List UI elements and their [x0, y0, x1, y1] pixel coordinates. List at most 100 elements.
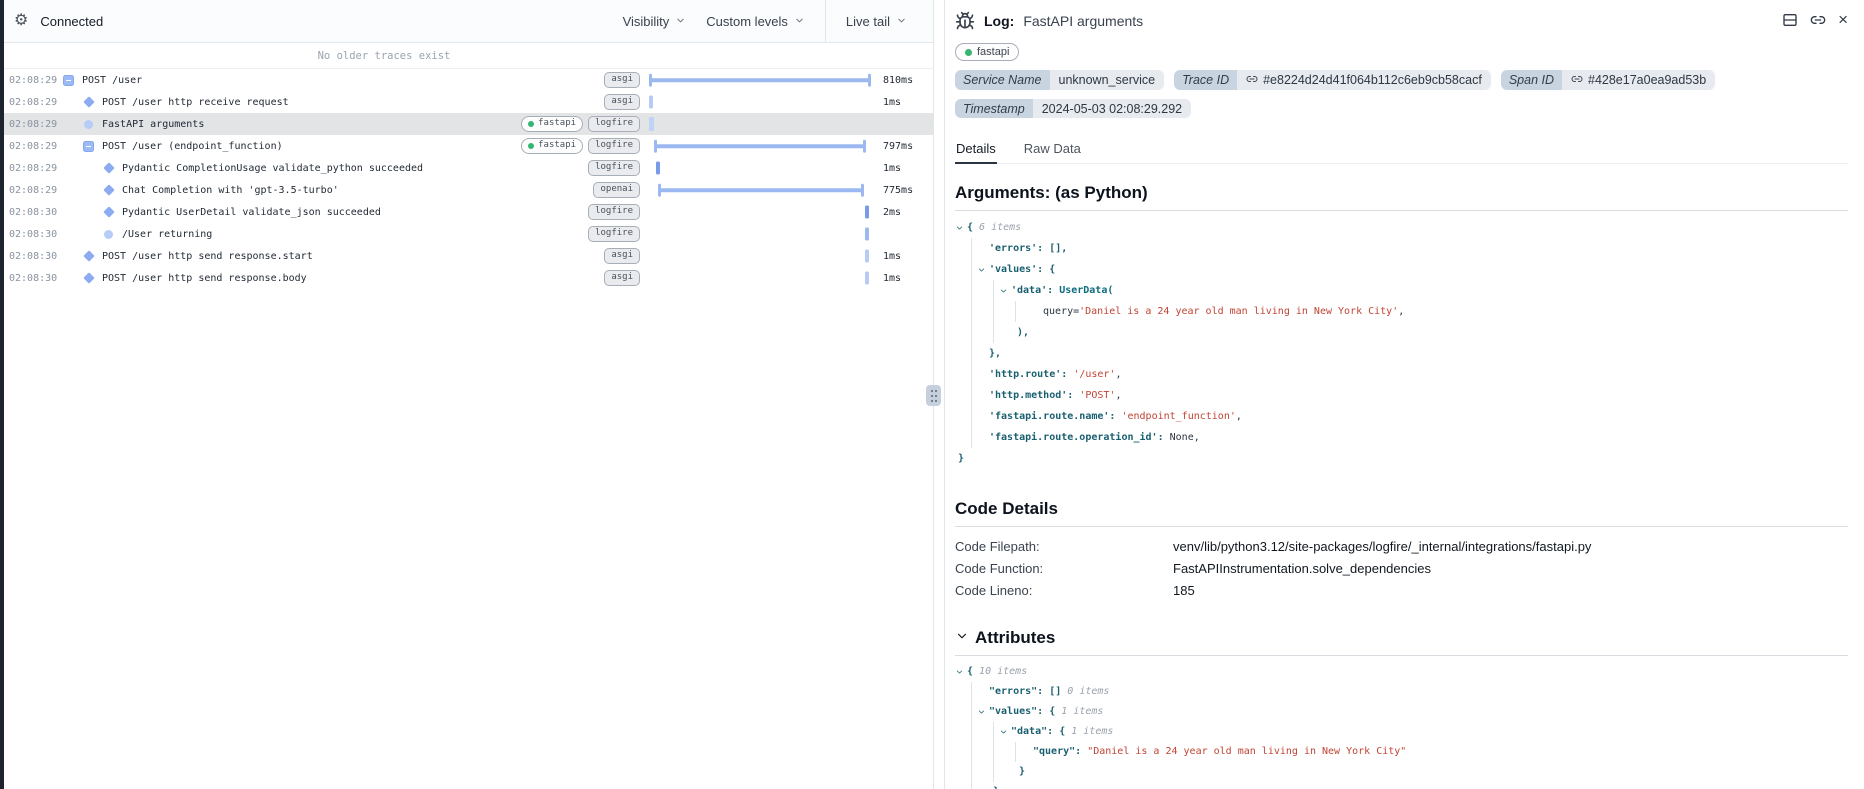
token-key: 'fastapi.route.operation_id': [989, 432, 1164, 443]
code-line: }, [955, 343, 1848, 364]
tag-dot-icon [965, 49, 972, 56]
duration-bar-track [648, 91, 875, 113]
code-line: query='Daniel is a 24 year old man livin… [955, 301, 1848, 322]
panel-resize-handle[interactable] [933, 0, 945, 789]
trace-row[interactable]: 02:08:29POST /userasgi810ms [4, 69, 933, 91]
copy-link-icon[interactable] [1810, 12, 1826, 28]
tab-raw-data[interactable]: Raw Data [1023, 141, 1082, 164]
bug-icon [955, 11, 975, 31]
trace-row[interactable]: 02:08:29FastAPI argumentsfastapilogfire [4, 113, 933, 135]
span-label: Chat Completion with 'gpt-3.5-turbo' [122, 185, 593, 196]
token-plain: query= [1043, 306, 1079, 317]
trace-row[interactable]: 02:08:30/User returninglogfire [4, 223, 933, 245]
live-tail-dropdown[interactable]: Live tail [846, 14, 907, 29]
collapse-span-icon[interactable] [81, 141, 96, 152]
indent-guide [971, 322, 972, 343]
diamond-span-icon [81, 98, 96, 106]
duration-bar-track [648, 69, 875, 91]
duration-bar [649, 96, 653, 109]
settings-gear-icon[interactable]: ⚙ [14, 13, 28, 29]
diamond-span-icon [81, 274, 96, 282]
trace-row[interactable]: 02:08:29POST /user (endpoint_function)fa… [4, 135, 933, 157]
code-line: { 10 items [955, 662, 1848, 682]
code-line: } [955, 762, 1848, 782]
token-plain: None, [1164, 432, 1200, 443]
token-brace: { [1049, 264, 1055, 275]
collapse-span-icon[interactable] [61, 75, 76, 86]
code-line: } [955, 782, 1848, 789]
panel-layout-icon[interactable] [1782, 12, 1798, 28]
resize-grip-icon[interactable] [926, 385, 941, 406]
badges: logfire [588, 226, 648, 242]
visibility-dropdown[interactable]: Visibility [623, 14, 687, 29]
trace-row[interactable]: 02:08:30POST /user http send response.bo… [4, 267, 933, 289]
fastapi-tag-pill[interactable]: fastapi [955, 43, 1019, 61]
token-items: 1 items [1065, 726, 1113, 737]
detail-actions: × [1782, 11, 1848, 28]
code-details-list: Code Filepath:venv/lib/python3.12/site-p… [955, 536, 1848, 602]
trace-timestamp: 02:08:30 [9, 273, 61, 284]
indent-guide [1015, 301, 1016, 322]
token-plain: , [1398, 306, 1404, 317]
collapse-chevron-icon[interactable] [977, 708, 986, 717]
indent-guide [971, 682, 972, 702]
collapse-chevron-icon[interactable] [955, 668, 964, 677]
indent [61, 102, 81, 103]
badges: asgi [604, 94, 648, 110]
duration-bar [654, 144, 866, 148]
fastapi-badge: fastapi [521, 116, 583, 132]
traces-toolbar: ⚙ Connected Visibility Custom levels Liv… [4, 0, 933, 43]
attributes-section-title: Attributes [955, 628, 1848, 648]
asgi-badge: asgi [604, 248, 640, 264]
token-brace: [] [1049, 686, 1061, 697]
indent-guide [971, 702, 972, 722]
kv-label: Code Lineno: [955, 580, 1173, 602]
collapse-chevron-icon[interactable] [999, 286, 1008, 295]
code-line: 'values': { [955, 259, 1848, 280]
chevron-down-icon[interactable] [955, 628, 969, 648]
token-str: 'POST' [1079, 390, 1115, 401]
token-key: 'http.route': [989, 369, 1067, 380]
duration-bar [649, 78, 871, 82]
trace-row[interactable]: 02:08:29Chat Completion with 'gpt-3.5-tu… [4, 179, 933, 201]
tab-details[interactable]: Details [955, 141, 997, 164]
duration-bar-track [648, 267, 875, 289]
indent [61, 278, 81, 279]
kv-value: venv/lib/python3.12/site-packages/logfir… [1173, 536, 1591, 558]
indent [61, 124, 81, 125]
trace-timestamp: 02:08:30 [9, 229, 61, 240]
code-detail-row: Code Function:FastAPIInstrumentation.sol… [955, 558, 1848, 580]
chip-value[interactable]: #e8224d24d41f064b112c6eb9cb58cacf [1237, 70, 1491, 90]
span-label: Pydantic UserDetail validate_json succee… [122, 207, 588, 218]
kv-label: Code Function: [955, 558, 1173, 580]
token-brace: { [967, 222, 979, 233]
trace-row[interactable]: 02:08:30Pydantic UserDetail validate_jso… [4, 201, 933, 223]
close-icon[interactable]: × [1838, 11, 1848, 28]
trace-row[interactable]: 02:08:29Pydantic CompletionUsage validat… [4, 157, 933, 179]
duration-label: 1ms [875, 273, 933, 284]
custom-levels-dropdown[interactable]: Custom levels [706, 14, 805, 29]
duration-label: 775ms [875, 185, 933, 196]
indent [61, 212, 101, 213]
span-label: POST /user http send response.start [102, 251, 604, 262]
collapse-chevron-icon[interactable] [955, 223, 964, 232]
trace-row[interactable]: 02:08:30POST /user http send response.st… [4, 245, 933, 267]
trace-row[interactable]: 02:08:29POST /user http receive requesta… [4, 91, 933, 113]
duration-bar-track [648, 113, 875, 135]
log-kind-label: Log: [984, 13, 1014, 29]
duration-label: 1ms [875, 97, 933, 108]
collapse-chevron-icon[interactable] [977, 265, 986, 274]
duration-label: 797ms [875, 141, 933, 152]
duration-bar-track [648, 157, 875, 179]
chip-label: Service Name [955, 70, 1050, 90]
chip-value: unknown_service [1050, 70, 1165, 90]
indent-guide [971, 385, 972, 406]
diamond-span-icon [101, 208, 116, 216]
log-detail-header: Log: FastAPI arguments [955, 0, 1848, 33]
duration-bar-track [648, 135, 875, 157]
chip-value[interactable]: #428e17a0ea9ad53b [1562, 70, 1715, 90]
badges: openai [593, 182, 648, 198]
collapse-chevron-icon[interactable] [999, 728, 1008, 737]
log-detail-panel: Log: FastAPI arguments × fastapi Service… [945, 0, 1864, 789]
badges: fastapilogfire [521, 138, 648, 154]
